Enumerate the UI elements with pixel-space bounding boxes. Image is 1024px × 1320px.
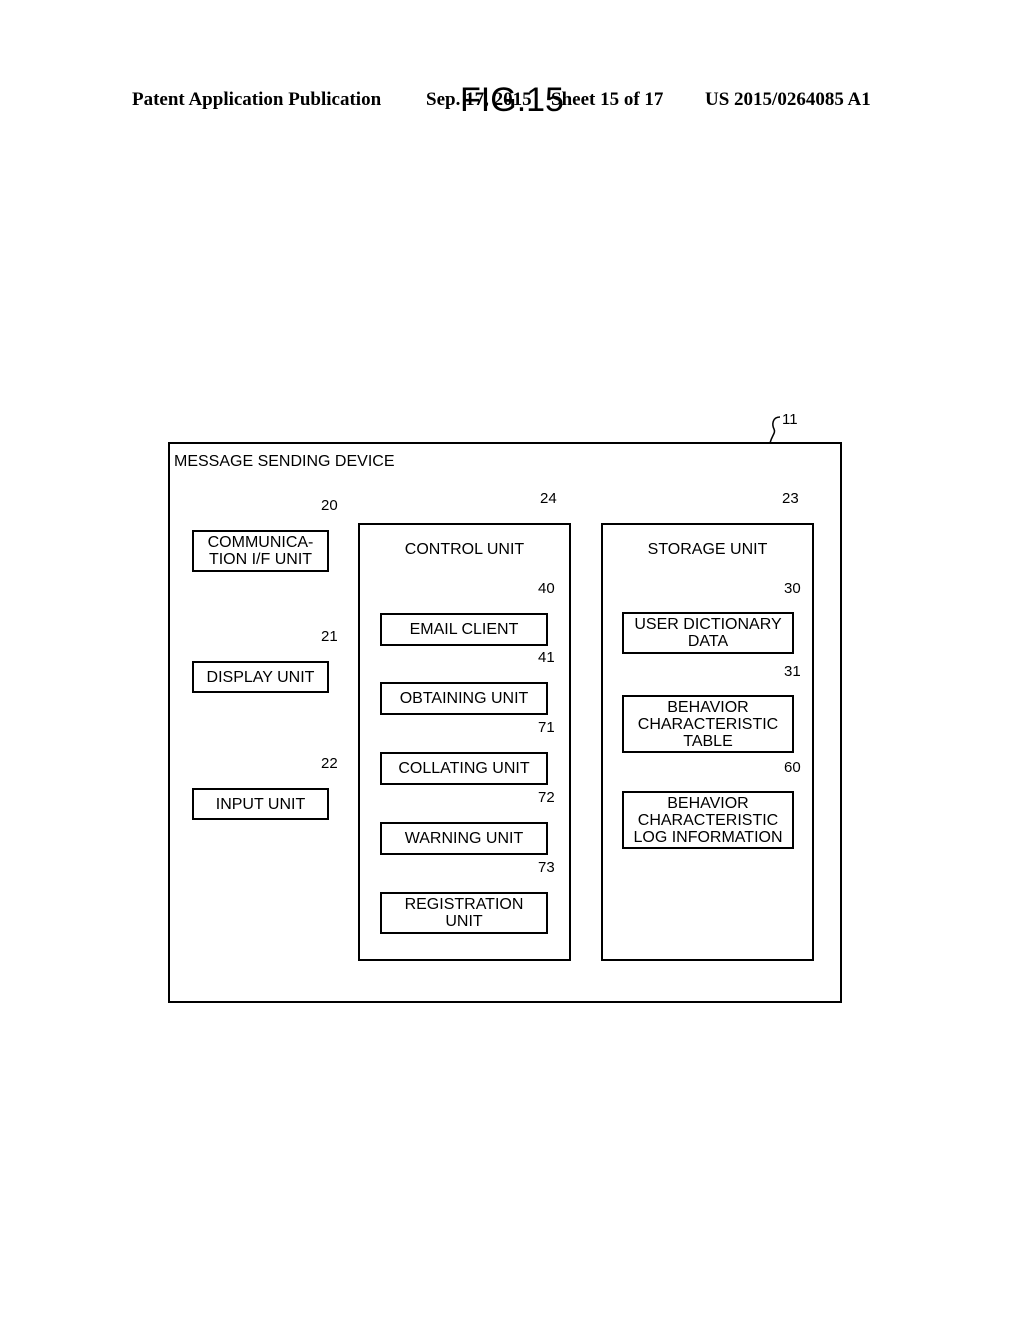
email-client: EMAIL CLIENT [380, 613, 548, 646]
collating-unit: COLLATING UNIT [380, 752, 548, 785]
ref-73: 73 [538, 859, 555, 876]
display-unit-label: DISPLAY UNIT [206, 668, 315, 686]
ref-30: 30 [784, 580, 801, 597]
behavior-characteristic-table-label: BEHAVIOR CHARACTERISTIC TABLE [637, 698, 779, 750]
input-unit: INPUT UNIT [192, 788, 329, 820]
ref-31: 31 [784, 663, 801, 680]
ref-71: 71 [538, 719, 555, 736]
obtaining-unit: OBTAINING UNIT [380, 682, 548, 715]
ref-40: 40 [538, 580, 555, 597]
user-dictionary-data-label: USER DICTIONARY DATA [634, 616, 782, 650]
ref-23: 23 [782, 490, 799, 507]
ref-24: 24 [540, 490, 557, 507]
registration-unit: REGISTRATION UNIT [380, 892, 548, 934]
behavior-characteristic-table: BEHAVIOR CHARACTERISTIC TABLE [622, 695, 794, 753]
control-unit-label: CONTROL UNIT [404, 541, 525, 558]
user-dictionary-data: USER DICTIONARY DATA [622, 612, 794, 654]
ref-21: 21 [321, 628, 338, 645]
ref-41: 41 [538, 649, 555, 666]
warning-unit-label: WARNING UNIT [404, 830, 524, 847]
communication-if-unit-label: COMMUNICA- TION I/F UNIT [207, 534, 314, 568]
email-client-label: EMAIL CLIENT [409, 621, 519, 638]
registration-unit-label: REGISTRATION UNIT [404, 896, 524, 930]
display-unit: DISPLAY UNIT [192, 661, 329, 693]
ref-20: 20 [321, 497, 338, 514]
obtaining-unit-label: OBTAINING UNIT [399, 690, 529, 707]
collating-unit-label: COLLATING UNIT [398, 760, 530, 777]
leader-line-11 [769, 416, 781, 444]
storage-unit-label: STORAGE UNIT [647, 541, 768, 558]
ref-60: 60 [784, 759, 801, 776]
ref-72: 72 [538, 789, 555, 806]
communication-if-unit: COMMUNICA- TION I/F UNIT [192, 530, 329, 572]
input-unit-label: INPUT UNIT [215, 795, 306, 813]
behavior-characteristic-log-information: BEHAVIOR CHARACTERISTIC LOG INFORMATION [622, 791, 794, 849]
device-label: MESSAGE SENDING DEVICE [174, 453, 395, 470]
warning-unit: WARNING UNIT [380, 822, 548, 855]
ref-11: 11 [782, 411, 798, 428]
behavior-characteristic-log-information-label: BEHAVIOR CHARACTERISTIC LOG INFORMATION [633, 794, 783, 846]
ref-22: 22 [321, 755, 338, 772]
